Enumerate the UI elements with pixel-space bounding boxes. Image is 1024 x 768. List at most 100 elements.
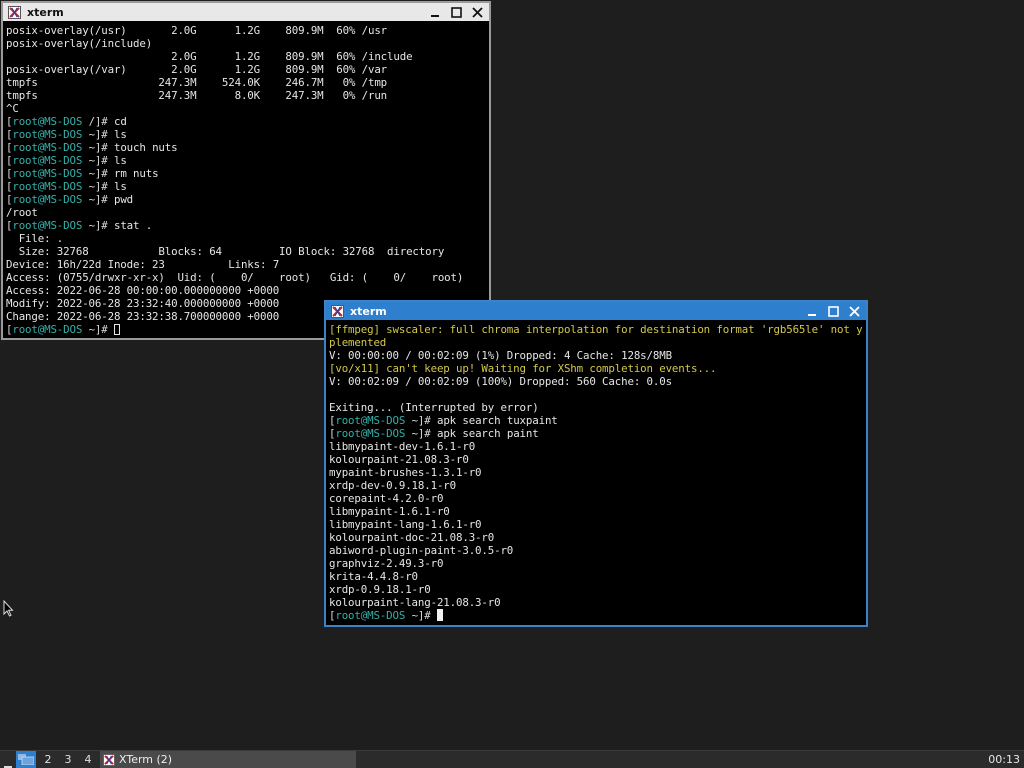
prompt-bracket: ]# xyxy=(94,141,114,154)
command-text: apk search paint xyxy=(436,427,539,440)
terminal-output[interactable]: [ffmpeg] swscaler: full chroma interpola… xyxy=(329,323,863,623)
prompt-dir: ~ xyxy=(82,219,96,232)
output-line: Exiting... (Interrupted by error) xyxy=(329,401,863,414)
warning-line: [vo/x11] can't keep up! Waiting for XShm… xyxy=(329,362,863,375)
prompt-user: root@MS-DOS xyxy=(12,167,83,180)
prompt-dir: ~ xyxy=(82,154,96,167)
prompt-line: [root@MS-DOS ~]# ls xyxy=(6,154,486,167)
taskbar-item-label: XTerm (2) xyxy=(119,753,173,766)
result-line: xrdp-dev-0.9.18.1-r0 xyxy=(329,479,863,492)
menu-icon[interactable] xyxy=(0,752,16,768)
prompt-dir: ~ xyxy=(82,193,96,206)
taskbar: 2 3 4 XTerm (2) 00:13 xyxy=(0,750,1024,768)
output-line: tmpfs 247.3M 8.0K 247.3M 0% /run xyxy=(6,89,486,102)
xterm-icon xyxy=(330,304,344,318)
result-text: krita-4.4.8-r0 xyxy=(329,570,418,583)
result-text: libmypaint-lang-1.6.1-r0 xyxy=(329,518,482,531)
output-text: tmpfs 247.3M 8.0K 247.3M 0% /run xyxy=(6,89,388,102)
output-text: ^C xyxy=(6,102,19,115)
output-line: V: 00:02:09 / 00:02:09 (100%) Dropped: 5… xyxy=(329,375,863,388)
prompt-bracket: ]# xyxy=(94,193,114,206)
xterm-icon xyxy=(7,5,21,19)
output-text: Access: (0755/drwxr-xr-x) Uid: ( 0/ root… xyxy=(6,271,464,284)
prompt-user: root@MS-DOS xyxy=(12,128,83,141)
prompt-line: [root@MS-DOS ~]# stat . xyxy=(6,219,486,232)
result-text: kolourpaint-21.08.3-r0 xyxy=(329,453,469,466)
prompt-bracket: ]# xyxy=(94,323,114,336)
output-text: Modify: 2022-06-28 23:32:40.000000000 +0… xyxy=(6,297,280,310)
prompt-line: [root@MS-DOS ~]# pwd xyxy=(6,193,486,206)
output-line: ^C xyxy=(6,102,486,115)
minimize-icon[interactable] xyxy=(426,4,444,20)
prompt-bracket: ]# xyxy=(417,609,437,622)
desktop-4-button[interactable]: 4 xyxy=(78,753,98,766)
text-cursor xyxy=(113,324,120,335)
desktop-3-button[interactable]: 3 xyxy=(58,753,78,766)
prompt-dir: ~ xyxy=(405,414,419,427)
xterm-window-back[interactable]: xterm posix-overlay(/usr) 2.0G 1.2G 809.… xyxy=(1,1,491,340)
prompt-bracket: ]# xyxy=(94,115,114,128)
prompt-dir: ~ xyxy=(82,141,96,154)
output-text: 2.0G 1.2G 809.9M 60% /include xyxy=(6,50,413,63)
prompt-dir: ~ xyxy=(405,427,419,440)
command-text: ls xyxy=(113,180,127,193)
terminal-output[interactable]: posix-overlay(/usr) 2.0G 1.2G 809.9M 60%… xyxy=(6,24,486,336)
prompt-user: root@MS-DOS xyxy=(12,141,83,154)
output-line: Access: (0755/drwxr-xr-x) Uid: ( 0/ root… xyxy=(6,271,486,284)
window-titlebar[interactable]: xterm xyxy=(3,3,489,21)
prompt-user: root@MS-DOS xyxy=(12,154,83,167)
warning-text: [vo/x11] can't keep up! Waiting for XShm… xyxy=(329,362,717,375)
prompt-bracket: ]# xyxy=(417,427,437,440)
prompt-line: [root@MS-DOS /]# cd xyxy=(6,115,486,128)
desktop-2-button[interactable]: 2 xyxy=(38,753,58,766)
output-text: Device: 16h/22d Inode: 23 Links: 7 xyxy=(6,258,280,271)
output-line: File: . xyxy=(6,232,486,245)
output-line: 2.0G 1.2G 809.9M 60% /include xyxy=(6,50,486,63)
result-text: libmypaint-1.6.1-r0 xyxy=(329,505,450,518)
prompt-line: [root@MS-DOS ~]# xyxy=(329,609,863,622)
result-text: libmypaint-dev-1.6.1-r0 xyxy=(329,440,476,453)
result-line: corepaint-4.2.0-r0 xyxy=(329,492,863,505)
result-line: krita-4.4.8-r0 xyxy=(329,570,863,583)
prompt-user: root@MS-DOS xyxy=(12,180,83,193)
command-text: pwd xyxy=(113,193,134,206)
desktop-1-button[interactable] xyxy=(16,751,36,768)
mouse-pointer-icon xyxy=(3,599,14,621)
minimize-icon[interactable] xyxy=(803,303,821,319)
prompt-dir: ~ xyxy=(82,128,96,141)
clock: 00:13 xyxy=(988,753,1020,766)
result-text: kolourpaint-doc-21.08.3-r0 xyxy=(329,531,495,544)
prompt-line: [root@MS-DOS ~]# ls xyxy=(6,128,486,141)
warning-text: [ffmpeg] swscaler: full chroma interpola… xyxy=(329,323,863,336)
output-text: posix-overlay(/include) xyxy=(6,37,153,50)
command-text: ls xyxy=(113,154,127,167)
close-icon[interactable] xyxy=(845,303,863,319)
xterm-window-front[interactable]: xterm [ffmpeg] swscaler: full chroma int… xyxy=(324,300,868,627)
command-text: ls xyxy=(113,128,127,141)
result-line: xrdp-0.9.18.1-r0 xyxy=(329,583,863,596)
taskbar-item-xterm[interactable]: XTerm (2) xyxy=(100,751,356,768)
prompt-line: [root@MS-DOS ~]# apk search paint xyxy=(329,427,863,440)
maximize-icon[interactable] xyxy=(824,303,842,319)
prompt-user: root@MS-DOS xyxy=(12,115,83,128)
window-titlebar[interactable]: xterm xyxy=(326,302,866,320)
prompt-bracket: ]# xyxy=(94,154,114,167)
result-text: graphviz-2.49.3-r0 xyxy=(329,557,444,570)
output-text: Access: 2022-06-28 00:00:00.000000000 +0… xyxy=(6,284,280,297)
output-line: Access: 2022-06-28 00:00:00.000000000 +0… xyxy=(6,284,486,297)
prompt-user: root@MS-DOS xyxy=(335,609,406,622)
result-text: corepaint-4.2.0-r0 xyxy=(329,492,444,505)
close-icon[interactable] xyxy=(468,4,486,20)
prompt-dir: / xyxy=(82,115,96,128)
result-line: kolourpaint-doc-21.08.3-r0 xyxy=(329,531,863,544)
prompt-line: [root@MS-DOS ~]# ls xyxy=(6,180,486,193)
prompt-line: [root@MS-DOS ~]# apk search tuxpaint xyxy=(329,414,863,427)
window-title: xterm xyxy=(27,5,64,19)
pager-icon xyxy=(18,754,34,765)
result-text: abiword-plugin-paint-3.0.5-r0 xyxy=(329,544,514,557)
command-text: rm nuts xyxy=(113,167,159,180)
output-text: posix-overlay(/usr) 2.0G 1.2G 809.9M 60%… xyxy=(6,24,388,37)
result-text: kolourpaint-lang-21.08.3-r0 xyxy=(329,596,501,609)
maximize-icon[interactable] xyxy=(447,4,465,20)
